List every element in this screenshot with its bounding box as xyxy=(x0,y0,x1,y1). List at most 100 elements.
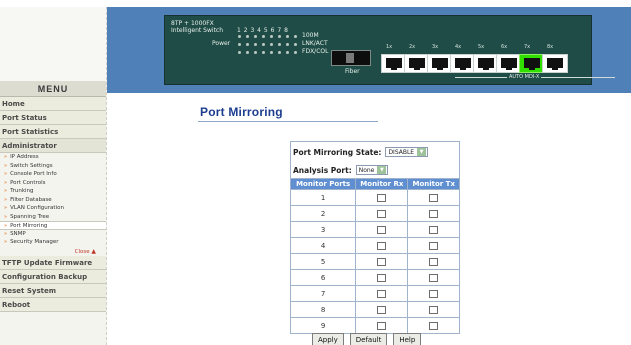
port-label-5: 5x xyxy=(478,44,485,50)
bullet-icon: » xyxy=(4,162,8,169)
led-row-fdxcol xyxy=(238,51,297,54)
monitor-rx-checkbox[interactable] xyxy=(377,321,387,330)
nav-sub-port-controls[interactable]: » Port Controls xyxy=(0,179,106,188)
monitor-rx-checkbox[interactable] xyxy=(377,289,387,298)
rx-cell xyxy=(355,253,409,270)
col-header-monitor-rx: Monitor Rx xyxy=(355,178,409,190)
bullet-icon: » xyxy=(4,213,8,220)
nav-tftp-update-firmware[interactable]: TFTP Update Firmware xyxy=(0,255,106,270)
nav-sub-spanning-tree[interactable]: » Spanning Tree xyxy=(0,213,106,222)
port-label-4: 4x xyxy=(455,44,462,50)
table-row: 5 xyxy=(289,253,460,270)
monitor-tx-checkbox[interactable] xyxy=(429,193,439,202)
state-select-value: DISABLE xyxy=(388,148,415,156)
analysis-port-select[interactable]: None ▼ xyxy=(355,165,389,175)
nav-reset-system[interactable]: Reset System xyxy=(0,283,106,298)
nav-reboot[interactable]: Reboot xyxy=(0,297,106,312)
bullet-icon: » xyxy=(4,188,8,194)
state-select[interactable]: DISABLE ▼ xyxy=(385,147,429,157)
monitor-tx-checkbox[interactable] xyxy=(429,257,439,266)
analysis-row: Analysis Port: None ▼ xyxy=(293,165,389,175)
monitor-rx-checkbox[interactable] xyxy=(377,305,387,314)
switch-front-panel: 8TP + 1000FX Intelligent Switch 1 2 3 4 … xyxy=(164,15,615,85)
rj45-port-8 xyxy=(542,54,568,73)
nav-sub-security-manager[interactable]: » Security Manager xyxy=(0,238,106,247)
monitor-tx-checkbox[interactable] xyxy=(429,225,439,234)
port-label-3: 3x xyxy=(432,44,439,50)
monitor-tx-checkbox[interactable] xyxy=(429,305,439,314)
port-number: 2 xyxy=(289,205,357,222)
logo-area xyxy=(0,7,106,81)
rx-cell xyxy=(355,189,409,206)
tx-cell xyxy=(407,253,460,270)
nav-sub-filter-database[interactable]: » Filter Database xyxy=(0,196,106,205)
table-row: 3 xyxy=(289,221,460,238)
nav-administrator[interactable]: Administrator xyxy=(0,139,106,153)
port-number: 9 xyxy=(289,317,357,334)
table-header-row: Monitor Ports Monitor Rx Monitor Tx xyxy=(289,178,460,190)
apply-button[interactable]: Apply xyxy=(312,333,344,345)
port-number: 4 xyxy=(289,237,357,254)
help-button[interactable]: Help xyxy=(393,333,422,345)
port-label-1: 1x xyxy=(386,44,393,50)
nav-port-statistics[interactable]: Port Statistics xyxy=(0,125,106,139)
header-banner: 8TP + 1000FX Intelligent Switch 1 2 3 4 … xyxy=(107,7,631,93)
default-button[interactable]: Default xyxy=(349,333,388,345)
monitor-rx-checkbox[interactable] xyxy=(377,193,387,202)
bullet-icon: » xyxy=(4,171,8,177)
auto-mdix-label: AUTO MDI-X xyxy=(507,74,542,80)
monitor-rx-checkbox[interactable] xyxy=(377,225,387,234)
analysis-label: Analysis Port: xyxy=(293,165,352,175)
nav-sub-ip-address[interactable]: » IP Address xyxy=(0,153,106,162)
close-submenu-link[interactable]: Close ▲ xyxy=(0,247,106,256)
nav-sub-label: SNMP xyxy=(10,230,26,237)
monitor-tx-checkbox[interactable] xyxy=(429,241,439,250)
nav-sub-label: Port Mirroring xyxy=(10,223,48,229)
chevron-down-icon: ▼ xyxy=(377,166,387,174)
up-arrow-icon: ▲ xyxy=(91,247,96,255)
nav-port-status[interactable]: Port Status xyxy=(0,111,106,125)
nav-sub-label: Trunking xyxy=(10,188,34,194)
nav-sub-console-port-info[interactable]: » Console Port Info xyxy=(0,170,106,179)
port-label-8: 8x xyxy=(547,44,554,50)
port-number: 6 xyxy=(289,269,357,286)
nav-sub-snmp[interactable]: » SNMP xyxy=(0,230,106,239)
bullet-icon: » xyxy=(4,239,8,245)
tx-cell xyxy=(407,221,460,238)
close-label: Close xyxy=(74,248,90,255)
nav-sub-label: Security Manager xyxy=(10,239,59,245)
monitor-rx-checkbox[interactable] xyxy=(377,273,387,282)
tx-cell xyxy=(407,237,460,254)
nav-sub-switch-settings[interactable]: » Switch Settings xyxy=(0,162,106,171)
monitor-rx-checkbox[interactable] xyxy=(377,209,387,218)
page-title: Port Mirroring xyxy=(200,105,283,119)
monitor-tx-checkbox[interactable] xyxy=(429,273,439,282)
port-number: 3 xyxy=(289,221,357,238)
tx-cell xyxy=(407,269,460,286)
bullet-icon: » xyxy=(4,205,8,211)
rx-cell xyxy=(355,301,409,318)
port-number: 5 xyxy=(289,253,357,270)
nav-sub-trunking[interactable]: » Trunking xyxy=(0,187,106,196)
monitor-tx-checkbox[interactable] xyxy=(429,209,439,218)
monitor-rx-checkbox[interactable] xyxy=(377,241,387,250)
rx-cell xyxy=(355,221,409,238)
rx-cell xyxy=(355,285,409,302)
led-row-lnkact xyxy=(238,43,297,46)
monitor-tx-checkbox[interactable] xyxy=(429,289,439,298)
monitor-rx-checkbox[interactable] xyxy=(377,257,387,266)
bullet-icon: » xyxy=(4,223,8,229)
nav-configuration-backup[interactable]: Configuration Backup xyxy=(0,269,106,284)
nav-sub-label: Switch Settings xyxy=(10,162,53,169)
nav-sub-vlan-configuration[interactable]: » VLAN Configuration xyxy=(0,204,106,213)
led-row-100m xyxy=(238,35,297,38)
table-row: 7 xyxy=(289,285,460,302)
power-label: Power xyxy=(212,40,231,47)
table-row: 9 xyxy=(289,317,460,334)
state-label: Port Mirroring State: xyxy=(293,147,382,157)
nav-sub-port-mirroring[interactable]: » Port Mirroring xyxy=(0,221,106,230)
nav-home[interactable]: Home xyxy=(0,97,106,111)
action-buttons: Apply Default Help xyxy=(312,333,422,345)
monitor-tx-checkbox[interactable] xyxy=(429,321,439,330)
bullet-icon: » xyxy=(4,230,8,237)
